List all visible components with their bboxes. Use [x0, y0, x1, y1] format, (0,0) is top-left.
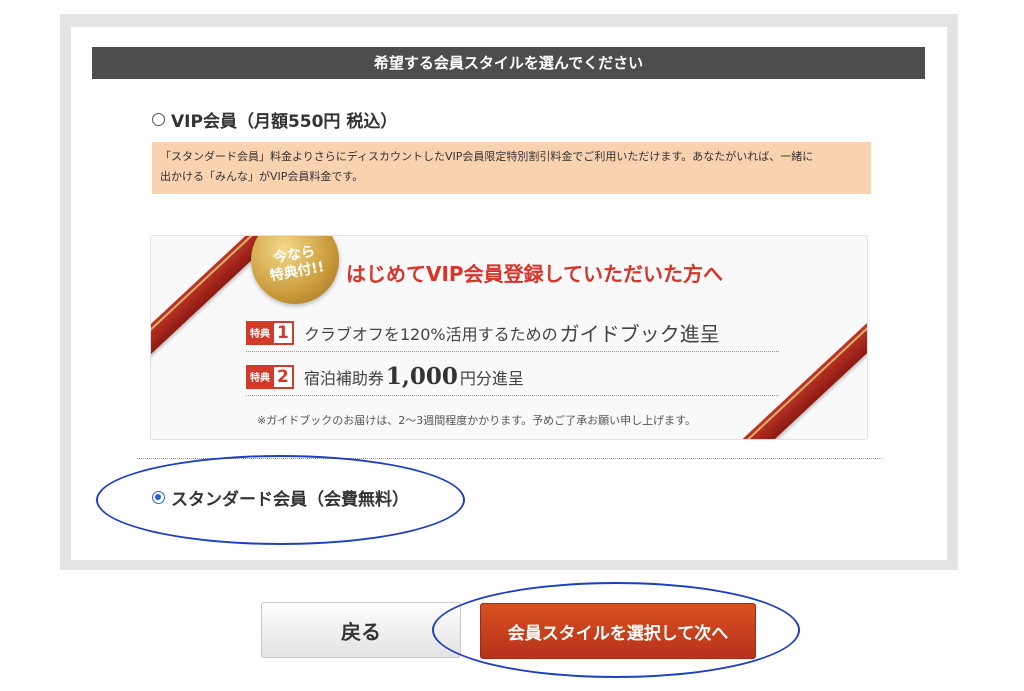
standard-radio[interactable]: [152, 490, 165, 504]
standard-option-label[interactable]: スタンダード会員（会費無料）: [171, 485, 409, 510]
vip-option[interactable]: VIP会員（月額550円 税込）: [152, 107, 397, 132]
benefit-1: 特典 1 クラブオフを120%活用するための ガイドブック進呈: [246, 314, 779, 352]
benefit-tag-number: 2: [274, 366, 292, 387]
divider: [137, 458, 882, 459]
benefit-tag-word: 特典: [250, 329, 270, 340]
benefit-amount: 1,000: [385, 363, 458, 390]
gold-seal-badge: 今なら 特典付!!: [244, 236, 346, 311]
benefit-tag-word: 特典: [250, 373, 270, 384]
promo-banner: 今なら 特典付!! はじめてVIP会員登録していただいた方へ 特典 1 クラブオ…: [150, 235, 868, 440]
benefit-tag: 特典 1: [246, 320, 294, 345]
promo-title: はじめてVIP会員登録していただいた方へ: [346, 262, 723, 286]
section-header: 希望する会員スタイルを選んでください: [92, 47, 925, 79]
benefit-tag-number: 1: [274, 322, 292, 343]
benefit-text-large: ガイドブック進呈: [559, 322, 720, 346]
vip-notice-line2: 出かける「みんな」がVIP会員料金です。: [160, 170, 364, 183]
vip-option-label[interactable]: VIP会員（月額550円 税込）: [171, 107, 397, 132]
vip-notice-line1: 「スタンダード会員」料金よりさらにディスカウントしたVIP会員限定特別割引料金で…: [160, 150, 814, 163]
benefit-text: クラブオフを120%活用するための: [303, 324, 558, 344]
benefit-text: 宿泊補助券: [303, 368, 384, 388]
benefit-text-after: 円分進呈: [459, 368, 524, 388]
next-button[interactable]: 会員スタイルを選択して次へ: [480, 603, 756, 659]
promo-note: ※ガイドブックのお届けは、2〜3週間程度かかります。予めご了承お願い申し上げます…: [257, 414, 697, 427]
vip-radio[interactable]: [152, 112, 165, 126]
back-button[interactable]: 戻る: [261, 602, 461, 658]
benefit-tag: 特典 2: [246, 364, 294, 389]
benefit-2: 特典 2 宿泊補助券 1,000 円分進呈: [246, 358, 779, 396]
vip-notice: 「スタンダード会員」料金よりさらにディスカウントしたVIP会員限定特別割引料金で…: [152, 142, 871, 194]
standard-option[interactable]: スタンダード会員（会費無料）: [152, 485, 409, 510]
